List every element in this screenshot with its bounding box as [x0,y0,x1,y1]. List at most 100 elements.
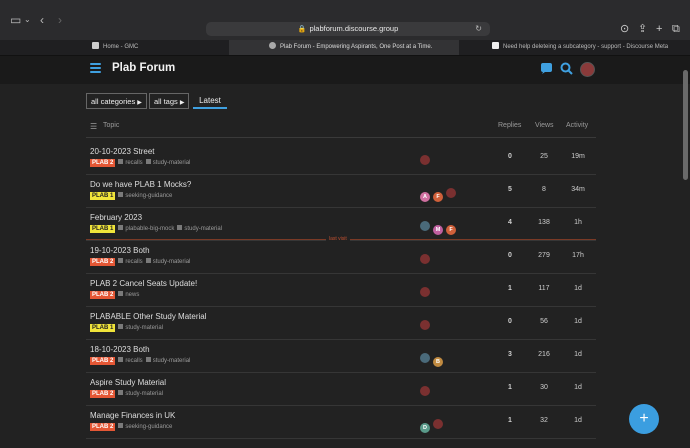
activity-time[interactable]: 19m [563,153,593,160]
sidebar-toggle-icon[interactable]: ▭ [10,14,21,26]
topic-title[interactable]: Manage Finances in UK [90,411,175,420]
category-badge[interactable]: PLAB 2 [90,291,116,299]
all-tags-dropdown[interactable]: all tags ▶ [149,93,190,109]
activity-time[interactable]: 1d [563,318,593,325]
activity-time[interactable]: 34m [563,186,593,193]
poster-avatar[interactable] [420,287,430,297]
activity-time[interactable]: 1d [563,285,593,292]
topic-title[interactable]: 19-10-2023 Both [90,246,150,255]
category-badge[interactable]: PLAB 2 [90,159,116,167]
tab-overview-icon[interactable]: ⧉ [672,22,680,36]
topic-title[interactable]: Do we have PLAB 1 Mocks? [90,180,191,189]
topic-row[interactable]: 20-10-2023 Street PLAB 2 recalls study-mate… [86,141,596,175]
topic-tag[interactable]: study-material [153,259,191,265]
topic-tag[interactable]: study-material [125,391,163,397]
topic-tag[interactable]: plabable-big-mock [125,226,174,232]
activity-time[interactable]: 1h [563,219,593,226]
reply-count: 1 [508,384,512,391]
view-count: 216 [538,351,550,358]
chevron-down-icon[interactable]: ⌄ [24,14,31,26]
topic-title[interactable]: February 2023 [90,213,142,222]
view-count: 8 [542,186,546,193]
tab-latest[interactable]: Latest [193,93,227,109]
category-badge[interactable]: PLAB 1 [90,324,116,332]
create-topic-button[interactable]: + [629,404,659,434]
scrollbar[interactable] [683,70,688,180]
tab-gmc[interactable]: Home - GMC [0,40,228,55]
poster-avatar[interactable] [420,221,430,231]
poster-avatar[interactable]: B [433,357,443,367]
user-avatar[interactable] [580,62,595,77]
activity-time[interactable]: 1d [563,384,593,391]
tag-square-icon [118,324,124,329]
tag-square-icon [118,423,124,428]
activity-time[interactable]: 1d [563,351,593,358]
topic-posters: B [420,350,446,367]
poster-avatar[interactable]: D [420,423,430,433]
category-badge[interactable]: PLAB 2 [90,357,116,365]
poster-avatar[interactable] [420,254,430,264]
topic-row[interactable]: 18-10-2023 Both PLAB 2 recalls study-materi… [86,339,596,373]
col-activity[interactable]: Activity [566,122,588,129]
topic-tag[interactable]: seeking-guidance [125,193,172,199]
col-topic[interactable]: Topic [103,122,119,129]
category-badge[interactable]: PLAB 1 [90,192,116,200]
hamburger-menu-icon[interactable] [90,63,101,73]
col-views[interactable]: Views [535,122,554,129]
forward-icon[interactable]: › [58,14,62,26]
topic-row[interactable]: Do we have PLAB 1 Mocks? PLAB 1 seeking-gu… [86,174,596,208]
topic-row[interactable]: Manage Finances in UK PLAB 2 seeking-guida… [86,405,596,439]
topic-tag[interactable]: study-material [153,160,191,166]
activity-time[interactable]: 1d [563,417,593,424]
topic-tag[interactable]: study-material [184,226,222,232]
topic-row[interactable]: 19-10-2023 Both PLAB 2 recalls study-materi… [86,240,596,274]
topic-row[interactable]: Aspire Study Material PLAB 2 study-materia… [86,372,596,406]
chat-icon[interactable] [540,63,553,75]
category-badge[interactable]: PLAB 2 [90,390,116,398]
category-badge[interactable]: PLAB 2 [90,258,116,266]
topic-tag[interactable]: study-material [125,325,163,331]
tab-discourse-meta[interactable]: Need help deleteing a subcategory - supp… [460,40,690,55]
topic-title[interactable]: Aspire Study Material [90,378,166,387]
poster-avatar[interactable] [420,386,430,396]
reload-icon[interactable]: ↻ [475,22,482,36]
category-badge[interactable]: PLAB 1 [90,225,116,233]
topic-row[interactable]: PLAB 2 Cancel Seats Update! PLAB 2 news 1 11… [86,273,596,307]
col-replies[interactable]: Replies [498,122,521,129]
poster-avatar[interactable] [433,419,443,429]
poster-avatar[interactable] [420,353,430,363]
poster-avatar[interactable] [420,320,430,330]
category-badge[interactable]: PLAB 2 [90,423,116,431]
activity-time[interactable]: 17h [563,252,593,259]
topic-title[interactable]: PLAB 2 Cancel Seats Update! [90,279,197,288]
topic-tag[interactable]: study-material [153,358,191,364]
poster-avatar[interactable]: M [433,225,443,235]
tab-plab-forum[interactable]: Plab Forum - Empowering Aspirants, One P… [229,40,459,55]
share-icon[interactable]: ⇪ [638,22,647,36]
search-icon[interactable] [560,62,573,75]
poster-avatar[interactable]: A [420,192,430,202]
topic-row[interactable]: PLABABLE Other Study Material PLAB 1 study… [86,306,596,340]
topic-posters: MF [420,218,459,235]
new-tab-icon[interactable]: + [656,22,662,36]
site-title[interactable]: Plab Forum [112,62,175,74]
topic-tag[interactable]: recalls [125,259,142,265]
topic-tag[interactable]: recalls [125,358,142,364]
topic-tag[interactable]: news [125,292,139,298]
poster-avatar[interactable]: F [446,225,456,235]
poster-avatar[interactable]: F [433,192,443,202]
download-icon[interactable]: ⊙ [620,22,629,36]
topic-title[interactable]: PLABABLE Other Study Material [90,312,207,321]
topic-tag[interactable]: recalls [125,160,142,166]
topic-title[interactable]: 20-10-2023 Street [90,147,155,156]
topic-tag[interactable]: seeking-guidance [125,424,172,430]
all-categories-dropdown[interactable]: all categories ▶ [86,93,147,109]
back-icon[interactable]: ‹ [40,14,44,26]
address-bar[interactable]: 🔒 plabforum.discourse.group ↻ [206,22,490,36]
poster-avatar[interactable] [446,188,456,198]
topic-meta: PLAB 1 study-material [90,324,163,332]
topic-meta: PLAB 1 seeking-guidance [90,192,172,200]
poster-avatar[interactable] [420,155,430,165]
topic-title[interactable]: 18-10-2023 Both [90,345,150,354]
tag-square-icon [118,159,124,164]
